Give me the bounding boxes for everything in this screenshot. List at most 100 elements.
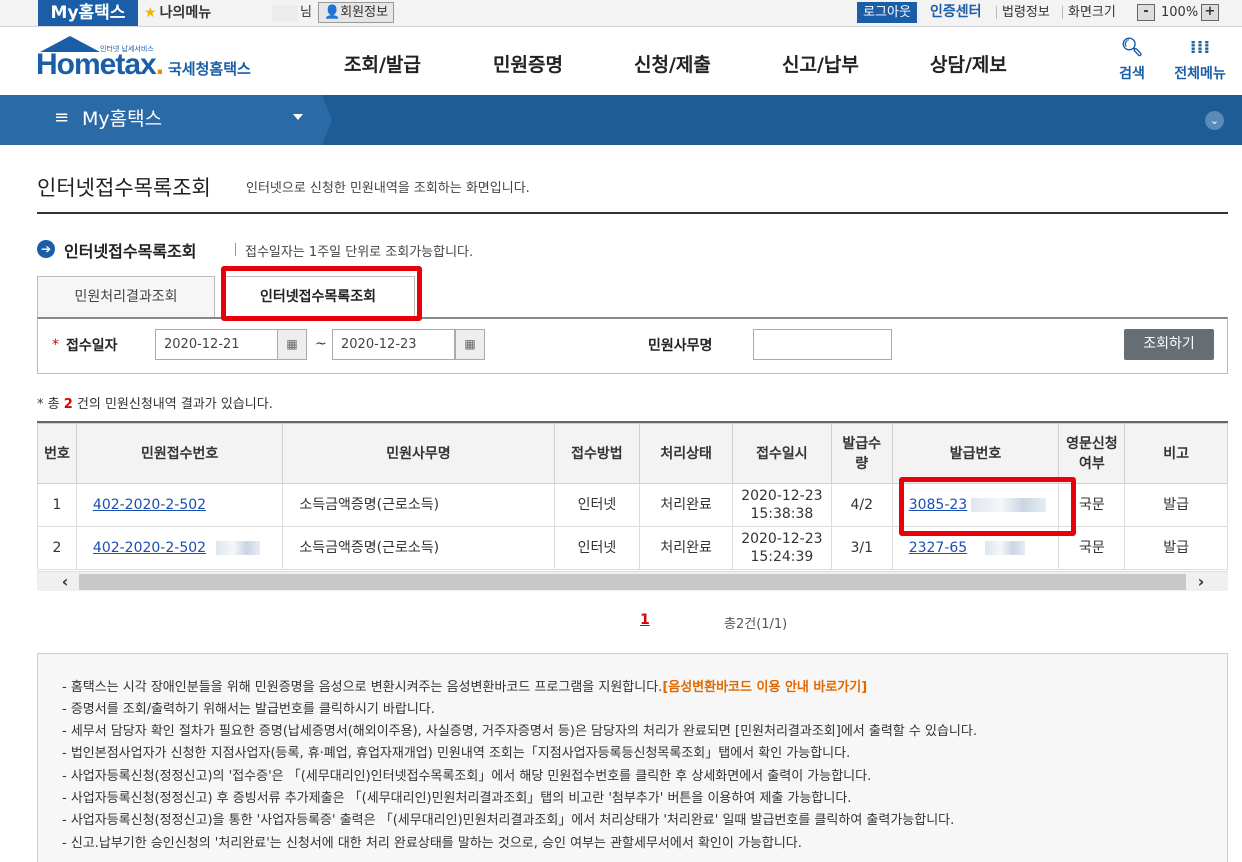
col-header: 발급번호 <box>891 423 1060 484</box>
calendar-icon[interactable]: ▦ <box>277 329 307 360</box>
user-icon: 👤 <box>324 5 341 20</box>
name-suffix: 님 <box>300 5 312 20</box>
page-description: 인터넷으로 신청한 민원내역을 조회하는 화면입니다. <box>246 181 530 196</box>
nav-report-pay[interactable]: 신고/납부 <box>782 53 859 77</box>
notice-line: - 법인본점사업자가 신청한 지점사업자(등록, 휴·폐업, 휴업자재개업) 민… <box>62 746 851 761</box>
my-hometax-button[interactable]: My홈택스 <box>38 0 138 26</box>
result-prefix: * 총 <box>37 397 64 412</box>
notice-line: - 사업자등록신청(정정신고) 후 증빙서류 추가제출은 「(세무대리인)민원처… <box>62 791 852 806</box>
page-title: 인터넷접수목록조회 <box>37 176 211 200</box>
logo-wordmark-part1: Hom <box>36 48 101 81</box>
col-header: 접수방법 <box>553 423 641 484</box>
receipt-number-link[interactable]: 402-2020-2-502 <box>93 497 206 513</box>
cell-note: 발급 <box>1124 483 1228 527</box>
cell-receipt-no: 402-2020-2-502 <box>75 483 284 527</box>
notice-line: - 사업자등록신청(정정신고)의 '접수증'은 「(세무대리인)인터넷접수목록조… <box>62 769 872 784</box>
notice-line: - 증명서를 조회/출력하기 위해서는 발급번호를 클릭하시기 바랍니다. <box>62 702 435 717</box>
cell-service-name: 소득금액증명(근로소득) <box>282 526 555 570</box>
search-icon: 🔍︎ <box>1120 37 1144 58</box>
issue-number-link[interactable]: 2327-65 <box>909 540 968 556</box>
nav-civil-certificate[interactable]: 민원증명 <box>493 53 563 77</box>
grid-icon: ⁞⁞⁞ <box>1189 37 1211 58</box>
date-to-input[interactable]: 2020-12-23 <box>332 329 455 360</box>
cell-service-name: 소득금액증명(근로소득) <box>282 483 555 527</box>
cell-status: 처리완료 <box>639 483 733 527</box>
search-label: 검색 <box>1119 66 1145 82</box>
nav-apply-submit[interactable]: 신청/제출 <box>634 53 711 77</box>
tab-processing-result[interactable]: 민원처리결과조회 <box>37 276 215 318</box>
col-header: 접수일시 <box>731 423 832 484</box>
my-menu-link[interactable]: ★ 나의메뉴 <box>144 3 211 23</box>
cert-center-link[interactable]: 인증센터 <box>930 3 982 22</box>
cell-status: 처리완료 <box>639 526 733 570</box>
masked-value <box>985 541 1026 555</box>
search-button[interactable]: 🔍︎ 검색 <box>1107 39 1157 83</box>
member-info-button[interactable]: 👤회원정보 <box>318 2 395 23</box>
chevron-right-icon[interactable]: › <box>1191 572 1211 592</box>
calendar-icon[interactable]: ▦ <box>455 329 485 360</box>
notice-line: - 신고.납부기한 승인신청의 '처리완료'는 신청서에 대한 처리 완료상태를… <box>62 836 802 851</box>
cell-datetime: 2020-12-23 15:38:38 <box>731 483 832 527</box>
notice-line: - 세무서 담당자 확인 절차가 필요한 증명(납세증명서(해외이주용), 사실… <box>62 724 977 739</box>
cell-quantity: 3/1 <box>830 526 893 570</box>
date-from-input[interactable]: 2020-12-21 <box>155 329 278 360</box>
col-header: 비고 <box>1124 423 1228 484</box>
nav-inquiry-issue[interactable]: 조회/발급 <box>344 53 421 77</box>
logout-button[interactable]: 로그아웃 <box>857 2 917 23</box>
caret-down-icon[interactable] <box>293 114 303 120</box>
logo-wordmark: Hometax. <box>36 48 164 82</box>
receipt-date-label: 접수일자 <box>66 338 118 354</box>
divider <box>996 6 997 19</box>
divider <box>235 243 236 256</box>
title-divider <box>37 212 1228 214</box>
receipt-date: 2020-12-23 <box>741 488 823 504</box>
all-menu-label: 전체메뉴 <box>1174 66 1226 82</box>
zoom-in-button[interactable]: + <box>1201 4 1219 21</box>
cell-no: 2 <box>37 526 77 570</box>
col-header: 발급수량 <box>830 423 893 484</box>
nav-consult-report[interactable]: 상담/제보 <box>930 53 1007 77</box>
cell-method: 인터넷 <box>553 483 641 527</box>
chevron-down-icon[interactable]: ⌄ <box>1205 111 1224 130</box>
service-name-label: 민원사무명 <box>648 338 713 354</box>
notice-line: - 사업자등록신청(정정신고)을 통한 '사업자등록증' 출력은 「(세무대리인… <box>62 813 955 828</box>
col-header: 번호 <box>37 423 77 484</box>
notice-text: - 홈택스는 시각 장애인분들을 위해 민원증명을 음성으로 변환시켜주는 음성… <box>62 680 663 695</box>
section-title: 인터넷접수목록조회 <box>64 242 197 261</box>
subnav-title: My홈택스 <box>82 108 163 130</box>
page-number-current[interactable]: 1 <box>640 612 650 628</box>
section-note: 접수일자는 1주일 단위로 조회가능합니다. <box>235 241 473 260</box>
all-menu-button[interactable]: ⁞⁞⁞ 전체메뉴 <box>1170 39 1230 83</box>
sub-navigation-bar: ≡ My홈택스 ⌄ <box>0 95 1242 145</box>
law-info-link[interactable]: 법령정보 <box>1002 3 1050 22</box>
cell-no: 1 <box>37 483 77 527</box>
star-icon: ★ <box>144 5 157 21</box>
zoom-out-button[interactable]: - <box>1137 4 1155 21</box>
zoom-value: 100% <box>1161 5 1199 20</box>
result-suffix: 건의 민원신청내역 결과가 있습니다. <box>72 397 273 412</box>
chevron-left-icon[interactable]: ‹ <box>55 572 75 592</box>
result-count-number: 2 <box>63 397 73 412</box>
receipt-number-link[interactable]: 402-2020-2-502 <box>93 540 206 556</box>
service-name-input[interactable] <box>753 329 892 360</box>
search-submit-button[interactable]: 조회하기 <box>1124 329 1214 360</box>
username-masked <box>272 5 298 21</box>
divider <box>1062 6 1063 19</box>
col-header: 영문신청여부 <box>1058 423 1126 484</box>
cell-datetime: 2020-12-23 15:24:39 <box>731 526 832 570</box>
scrollbar-thumb[interactable] <box>79 574 1186 590</box>
horizontal-scrollbar[interactable]: ‹ › <box>37 571 1228 591</box>
logo-korean-name: 국세청홈택스 <box>168 60 251 78</box>
receipt-time: 15:38:38 <box>750 506 814 522</box>
top-utility-bar: My홈택스 ★ 나의메뉴 님 👤회원정보 로그아웃 인증센터 법령정보 화면크기 … <box>0 0 1242 27</box>
arrow-circle-icon: ➔ <box>37 240 55 258</box>
hamburger-icon[interactable]: ≡ <box>54 107 69 128</box>
voice-barcode-guide-link[interactable]: [음성변환바코드 이용 안내 바로가기] <box>662 680 867 695</box>
hometax-logo[interactable]: 인터넷 납세서비스 Hometax. 국세청홈택스 <box>36 36 266 88</box>
notice-line: - 홈택스는 시각 장애인분들을 위해 민원증명을 음성으로 변환시켜주는 음성… <box>62 676 867 695</box>
subnav-arrow-shape <box>322 95 332 145</box>
receipt-time: 15:24:39 <box>750 549 814 565</box>
col-header: 민원접수번호 <box>75 423 284 484</box>
my-menu-label: 나의메뉴 <box>159 5 212 21</box>
masked-value <box>216 541 261 555</box>
